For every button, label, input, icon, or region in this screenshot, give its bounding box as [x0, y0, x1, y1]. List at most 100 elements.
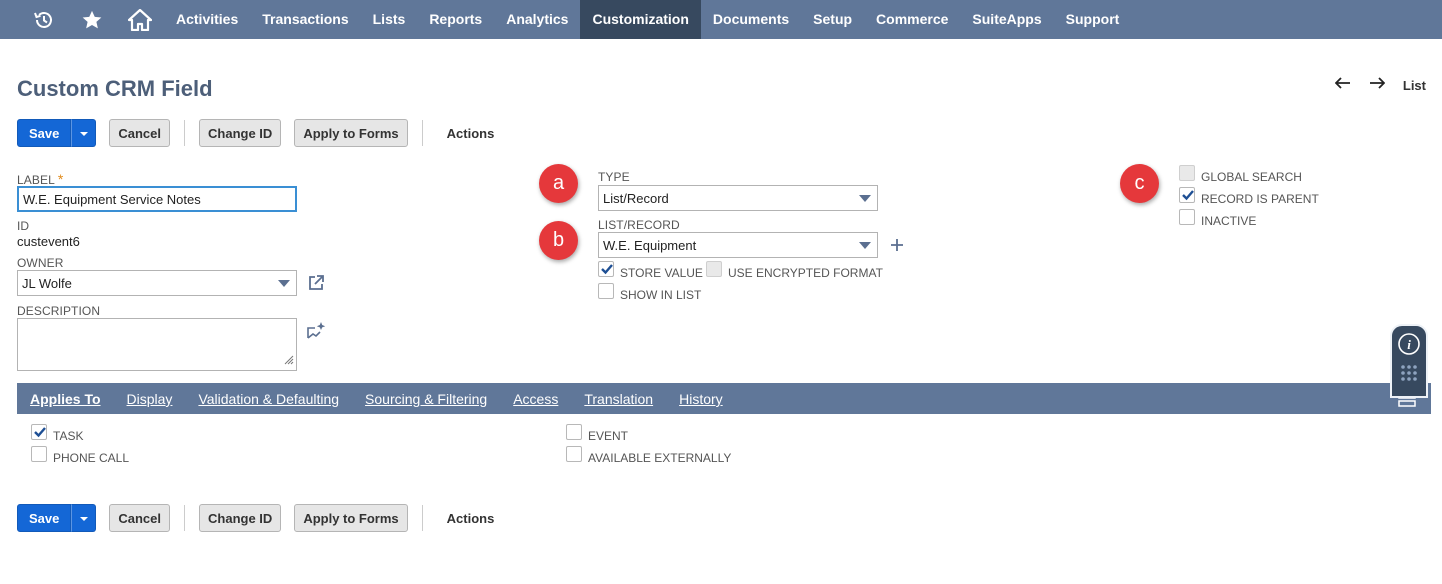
callout-badge-a: a — [539, 164, 578, 203]
description-textarea[interactable] — [17, 318, 297, 371]
open-record-icon[interactable] — [307, 274, 325, 297]
divider — [184, 505, 186, 531]
store-value-checkbox[interactable] — [598, 261, 614, 277]
nav-transactions[interactable]: Transactions — [250, 0, 360, 39]
label-input-value: W.E. Equipment Service Notes — [23, 191, 201, 207]
owner-field-label: OWNER — [17, 256, 64, 270]
apply-to-forms-button[interactable]: Apply to Forms — [294, 504, 408, 532]
tab-display[interactable]: Display — [114, 383, 186, 414]
home-icon[interactable] — [116, 0, 164, 39]
required-mark: * — [57, 171, 64, 187]
change-id-button[interactable]: Change ID — [199, 504, 282, 532]
save-dropdown-button[interactable] — [71, 504, 97, 532]
show-in-list-label: SHOW IN LIST — [620, 288, 702, 302]
actions-menu[interactable]: Actions — [447, 511, 495, 526]
tab-access[interactable]: Access — [500, 383, 571, 414]
divider — [421, 505, 423, 531]
phone-call-checkbox[interactable] — [31, 446, 47, 462]
record-is-parent-label: RECORD IS PARENT — [1201, 192, 1319, 206]
global-search-label: GLOBAL SEARCH — [1201, 170, 1302, 184]
list-record-select[interactable]: W.E. Equipment — [598, 232, 878, 258]
tab-history[interactable]: History — [666, 383, 736, 414]
tab-validation-defaulting[interactable]: Validation & Defaulting — [185, 383, 352, 414]
task-label: TASK — [53, 429, 84, 443]
label-input[interactable]: W.E. Equipment Service Notes — [17, 186, 297, 212]
save-dropdown-button[interactable] — [71, 119, 97, 147]
type-select[interactable]: List/Record — [598, 185, 878, 211]
save-button[interactable]: Save — [17, 119, 72, 147]
event-checkbox[interactable] — [566, 424, 582, 440]
info-icon[interactable]: i — [1397, 332, 1421, 361]
ai-sparkle-icon[interactable] — [305, 320, 327, 347]
previous-arrow-icon[interactable] — [1334, 76, 1351, 94]
type-select-value: List/Record — [603, 190, 669, 206]
svg-text:i: i — [1407, 337, 1411, 352]
owner-select[interactable]: JL Wolfe — [17, 270, 297, 296]
subtab-bar: Applies To Display Validation & Defaulti… — [17, 383, 1431, 414]
tab-translation[interactable]: Translation — [571, 383, 666, 414]
top-navigation: Activities Transactions Lists Reports An… — [0, 0, 1442, 39]
nav-activities[interactable]: Activities — [164, 0, 250, 39]
tab-applies-to[interactable]: Applies To — [17, 383, 114, 414]
save-button[interactable]: Save — [17, 504, 72, 532]
dropdown-caret-icon — [278, 280, 290, 287]
description-field-label: DESCRIPTION — [17, 304, 101, 318]
recent-history-icon[interactable] — [20, 0, 68, 39]
nav-documents[interactable]: Documents — [701, 0, 801, 39]
inactive-label: INACTIVE — [1201, 214, 1257, 228]
list-record-field-label: LIST/RECORD — [598, 218, 680, 232]
available-externally-checkbox[interactable] — [566, 446, 582, 462]
chevron-down-icon — [79, 509, 89, 527]
nav-support[interactable]: Support — [1054, 0, 1132, 39]
nav-analytics[interactable]: Analytics — [494, 0, 580, 39]
show-in-list-checkbox[interactable] — [598, 283, 614, 299]
tab-sourcing-filtering[interactable]: Sourcing & Filtering — [352, 383, 500, 414]
store-value-label: STORE VALUE — [620, 266, 703, 280]
save-button-group: Save — [17, 504, 97, 532]
record-is-parent-checkbox[interactable] — [1179, 187, 1195, 203]
owner-select-value: JL Wolfe — [22, 275, 72, 291]
inactive-checkbox[interactable] — [1179, 209, 1195, 225]
use-encrypted-format-checkbox — [706, 261, 722, 277]
nav-lists[interactable]: Lists — [361, 0, 418, 39]
id-field-label: ID — [17, 219, 30, 233]
nav-setup[interactable]: Setup — [801, 0, 864, 39]
list-record-select-value: W.E. Equipment — [603, 237, 697, 253]
nav-suiteapps[interactable]: SuiteApps — [960, 0, 1053, 39]
cancel-button[interactable]: Cancel — [109, 119, 171, 147]
apply-to-forms-button[interactable]: Apply to Forms — [294, 119, 408, 147]
save-button-group: Save — [17, 119, 97, 147]
divider — [184, 120, 186, 146]
callout-badge-b: b — [539, 221, 578, 260]
label-field-label-text: LABEL — [17, 173, 55, 187]
help-widget[interactable]: i — [1390, 324, 1428, 398]
dropdown-caret-icon — [859, 242, 871, 249]
actions-menu[interactable]: Actions — [447, 126, 495, 141]
nav-commerce[interactable]: Commerce — [864, 0, 960, 39]
phone-call-label: PHONE CALL — [53, 451, 130, 465]
task-checkbox[interactable] — [31, 424, 47, 440]
chevron-down-icon — [79, 124, 89, 142]
callout-badge-c: c — [1120, 164, 1159, 203]
star-icon[interactable] — [68, 0, 116, 39]
type-field-label: TYPE — [598, 170, 630, 184]
bottom-button-bar: Save Cancel Change ID Apply to Forms Act… — [17, 504, 494, 532]
record-pager: List — [1334, 76, 1426, 94]
label-field-label: LABEL * — [17, 171, 63, 187]
list-link[interactable]: List — [1403, 78, 1426, 93]
change-id-button[interactable]: Change ID — [199, 119, 282, 147]
drag-handle-icon[interactable] — [1400, 364, 1418, 389]
nav-customization[interactable]: Customization — [580, 0, 701, 39]
add-plus-icon[interactable] — [889, 237, 905, 258]
dropdown-caret-icon — [859, 195, 871, 202]
divider — [421, 120, 423, 146]
use-encrypted-format-label: USE ENCRYPTED FORMAT — [728, 266, 883, 280]
id-value: custevent6 — [17, 234, 80, 249]
page-title: Custom CRM Field — [17, 76, 213, 101]
next-arrow-icon[interactable] — [1369, 76, 1386, 94]
cancel-button[interactable]: Cancel — [109, 504, 171, 532]
available-externally-label: AVAILABLE EXTERNALLY — [588, 451, 732, 465]
global-search-checkbox — [1179, 165, 1195, 181]
resize-grip-icon[interactable] — [284, 353, 294, 368]
nav-reports[interactable]: Reports — [417, 0, 494, 39]
